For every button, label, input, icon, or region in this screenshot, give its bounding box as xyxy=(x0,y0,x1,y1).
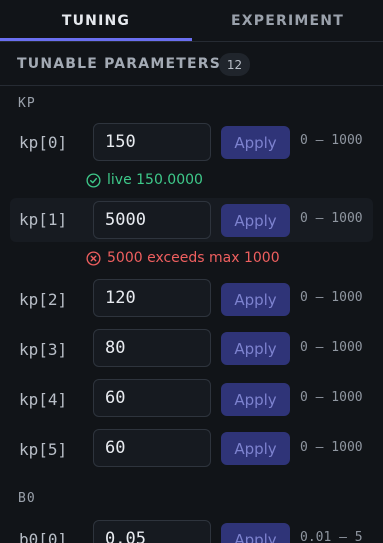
param-label-kp3: kp[3] xyxy=(19,340,68,359)
param-input-kp2[interactable] xyxy=(93,279,211,317)
param-range-kp5: 0 – 1000 xyxy=(300,440,363,455)
status-ok-text: live 150.0000 xyxy=(107,172,203,188)
apply-button-kp5[interactable]: Apply xyxy=(221,432,290,465)
check-circle-icon xyxy=(86,172,101,188)
param-label-b0-0: b0[0] xyxy=(19,530,68,543)
param-range-kp4: 0 – 1000 xyxy=(300,390,363,405)
param-input-kp5[interactable] xyxy=(93,429,211,467)
param-input-kp0[interactable] xyxy=(93,123,211,161)
param-input-kp4[interactable] xyxy=(93,379,211,417)
parameter-count-badge: 12 xyxy=(219,53,250,76)
active-tab-indicator xyxy=(0,38,192,41)
section-title: TUNABLE PARAMETERS xyxy=(17,56,221,72)
apply-button-kp4[interactable]: Apply xyxy=(221,383,290,416)
tab-bar: TUNING EXPERIMENT xyxy=(0,0,383,42)
apply-button-kp3[interactable]: Apply xyxy=(221,332,290,365)
apply-button-kp1[interactable]: Apply xyxy=(221,204,290,237)
param-range-kp0: 0 – 1000 xyxy=(300,133,363,148)
param-range-kp1: 0 – 1000 xyxy=(300,211,363,226)
apply-button-b0-0[interactable]: Apply xyxy=(221,523,290,543)
param-range-b0-0: 0.01 – 5 xyxy=(300,530,363,543)
status-error-kp1: 5000 exceeds max 1000 xyxy=(86,250,280,266)
apply-button-kp2[interactable]: Apply xyxy=(221,283,290,316)
status-error-text: 5000 exceeds max 1000 xyxy=(107,250,280,266)
apply-button-kp0[interactable]: Apply xyxy=(221,126,290,159)
group-label-kp: KP xyxy=(18,96,36,111)
tab-experiment[interactable]: EXPERIMENT xyxy=(192,0,383,42)
param-label-kp1: kp[1] xyxy=(19,210,68,229)
param-label-kp5: kp[5] xyxy=(19,440,68,459)
param-input-b0-0[interactable] xyxy=(93,520,211,543)
section-header: TUNABLE PARAMETERS xyxy=(0,42,383,86)
param-label-kp2: kp[2] xyxy=(19,290,68,309)
param-range-kp3: 0 – 1000 xyxy=(300,340,363,355)
param-input-kp3[interactable] xyxy=(93,329,211,367)
param-label-kp4: kp[4] xyxy=(19,390,68,409)
x-circle-icon xyxy=(86,250,101,266)
param-input-kp1[interactable] xyxy=(93,201,211,239)
group-label-b0: B0 xyxy=(18,491,36,506)
param-label-kp0: kp[0] xyxy=(19,133,68,152)
status-ok-kp0: live 150.0000 xyxy=(86,172,203,188)
param-range-kp2: 0 – 1000 xyxy=(300,290,363,305)
tab-tuning[interactable]: TUNING xyxy=(0,0,192,42)
